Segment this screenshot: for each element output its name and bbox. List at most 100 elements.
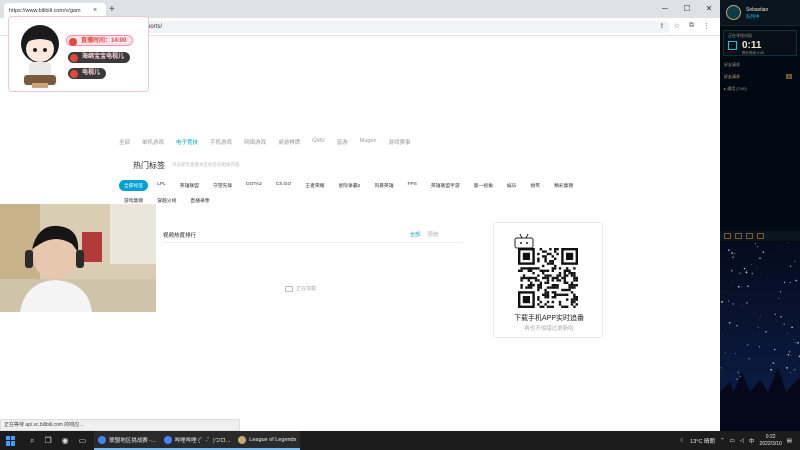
overlay-label-2-text: 电视儿 <box>82 70 101 76</box>
hot-tags-title: 热门标签 <box>133 161 165 170</box>
category-nav-item[interactable]: 音游 <box>337 138 348 146</box>
hot-tag[interactable]: 风暴英雄 <box>369 180 399 191</box>
extensions-icon[interactable]: ⧉ <box>689 22 694 30</box>
category-nav-item[interactable]: 电子竞技 <box>176 138 198 146</box>
hot-tag[interactable]: 星际争霸2 <box>333 180 366 191</box>
hot-tag[interactable]: 精彩集锦 <box>549 180 579 191</box>
profile-header[interactable]: Sebastian 队列中 <box>720 0 800 26</box>
ranking-tab[interactable]: 原创 <box>428 231 438 238</box>
hot-tag[interactable]: 英雄联盟手游 <box>425 180 465 191</box>
notifications-icon[interactable]: ▤ <box>787 438 792 444</box>
hot-tag[interactable]: 守望先锋 <box>207 180 238 191</box>
loading-indicator: 正在加载 <box>285 285 316 292</box>
ranking-header: 视频热度排行 全部 原创 <box>163 229 463 243</box>
overlay-label-1: 海绵宝宝电视儿 <box>68 52 131 63</box>
category-nav-item[interactable]: 全部 <box>119 138 130 146</box>
category-nav-item[interactable]: Mugen <box>360 138 377 146</box>
search-icon[interactable]: ⌕ <box>30 436 34 446</box>
category-nav-item[interactable]: 单机游戏 <box>142 138 164 146</box>
app-label: 联盟地区挑战赛 -... <box>109 437 156 444</box>
hot-tag[interactable]: 全部标签 <box>119 180 149 191</box>
hot-tag[interactable]: DOTA2 <box>241 180 267 191</box>
app-label: League of Legends <box>249 436 297 443</box>
chat-icon[interactable] <box>724 233 731 239</box>
status-bar-url: 正在等待 api.vc.bilibili.com 的响应... <box>0 419 240 431</box>
queue-label: 正在寻找对局 <box>728 33 752 38</box>
file-explorer-icon[interactable]: ▭ <box>79 436 87 445</box>
maximize-icon[interactable]: ☐ <box>676 0 698 16</box>
network-icon[interactable]: ▭ <box>730 438 735 444</box>
input-language[interactable]: 中 <box>749 437 755 445</box>
menu-dots-icon[interactable]: ⋮ <box>703 22 710 30</box>
queue-estimate: 预计时间 0:45 <box>742 51 764 55</box>
weibo-icon <box>70 53 78 62</box>
taskbar-app[interactable]: 哔哩哔哩 (゜-゜)つロ... <box>159 431 235 450</box>
hot-tag[interactable]: LPL <box>152 180 171 191</box>
webcam-image <box>0 204 156 312</box>
hot-tag[interactable]: FPS <box>402 180 422 191</box>
category-nav-item[interactable]: GMV <box>312 138 325 146</box>
steam-icon[interactable]: ◉ <box>62 436 69 445</box>
hot-tag[interactable]: CS:GO <box>270 180 297 191</box>
hot-tags-description: 点击即可查看本区标签的相关内容 <box>172 162 240 167</box>
taskbar-app[interactable]: League of Legends <box>234 431 301 450</box>
taskbar-app[interactable]: 联盟地区挑战赛 -... <box>94 431 160 450</box>
app-download-card[interactable]: 下载手机APP实时追番 再也不怕错过更新啦 <box>493 222 603 338</box>
category-nav-item[interactable]: 手机游戏 <box>210 138 232 146</box>
close-window-icon[interactable]: ✕ <box>698 0 720 16</box>
hot-tag[interactable]: 搞笑 <box>525 180 546 191</box>
settings-icon[interactable] <box>757 233 764 239</box>
hot-tag[interactable]: 娱乐 <box>501 180 522 191</box>
profile-avatar[interactable] <box>726 5 741 20</box>
tray-overflow-icon[interactable]: ⌃ <box>720 438 725 444</box>
taskbar-apps: 联盟地区挑战赛 -... 哔哩哔哩 (゜-゜)つロ... League of Leg… <box>94 431 301 450</box>
folder-icon[interactable] <box>735 233 742 239</box>
clock-icon <box>69 37 77 46</box>
category-nav-item[interactable]: 桌游棋牌 <box>278 138 300 146</box>
hot-tag[interactable]: 第一视角 <box>468 180 498 191</box>
tab-title: https://www.bilibili.com/v/gam <box>9 7 81 14</box>
weather-icon: ☾ <box>680 437 686 444</box>
friend-requests-badge: 0 <box>786 74 793 79</box>
loading-text: 正在加载 <box>296 286 317 292</box>
queue-icon <box>728 41 737 50</box>
minimize-icon[interactable]: ─ <box>654 0 676 16</box>
tv-mascot-icon <box>514 233 534 249</box>
bilibili-icon <box>70 69 78 78</box>
live-time-badge: 直播时间：14:00 <box>66 35 134 46</box>
friend-group[interactable]: ▸ 通用 (7/40) <box>724 86 747 92</box>
new-tab-icon[interactable]: + <box>109 4 115 15</box>
chibi-character-image <box>21 25 59 88</box>
ranking-tab[interactable]: 全部 <box>410 231 420 238</box>
category-nav-item[interactable]: 网络游戏 <box>244 138 266 146</box>
category-nav-item[interactable]: 游戏赛事 <box>388 138 410 146</box>
queue-timer-panel[interactable]: 正在寻找对局 0:11 预计时间 0:45 <box>723 30 797 56</box>
bookmark-star-icon[interactable]: ☆ <box>674 22 680 30</box>
hot-tag[interactable]: 英雄联盟 <box>174 180 204 191</box>
task-view-icon[interactable]: ❐ <box>44 436 51 445</box>
friends-section-label[interactable]: 好友请求 <box>724 62 740 68</box>
lol-client-sidebar: Sebastian 队列中 正在寻找对局 0:11 预计时间 0:45 好友请求… <box>720 0 800 431</box>
hot-tag[interactable]: 直播录像 <box>185 195 215 206</box>
category-nav: 全部 单机游戏 电子竞技 手机游戏 网络游戏 桌游棋牌 GMV 音游 Mugen 游戏赛事 <box>119 138 410 146</box>
windows-taskbar: ⌕ ❐ ◉ ▭ 联盟地区挑战赛 -... 哔哩哔哩 (゜-゜)つロ... Leagu… <box>0 431 800 450</box>
weather-text[interactable]: 13°C 晴朗 <box>690 437 715 445</box>
qr-card-title: 下载手机APP实时追番 <box>513 315 584 322</box>
hot-tag[interactable]: 穿越火线 <box>152 195 182 206</box>
starry-background-image <box>720 242 800 431</box>
system-tray: ☾ 13°C 晴朗 ⌃ ▭ ◁ 中 0:22 2022/3/10 ▤ <box>680 431 800 450</box>
tv-icon <box>285 285 293 292</box>
hot-tag[interactable]: 王者荣耀 <box>300 180 330 191</box>
taskbar-clock[interactable]: 0:22 2022/3/10 <box>760 434 782 447</box>
volume-icon[interactable]: ◁ <box>740 438 744 444</box>
friend-requests-label[interactable]: 好友请求 <box>724 74 740 80</box>
share-icon[interactable]: ⇪ <box>659 22 665 30</box>
overlay-label-2: 电视儿 <box>68 68 107 79</box>
app-label: 哔哩哔哩 (゜-゜)つロ... <box>174 437 231 444</box>
hot-tags-list: 全部标签 LPL 英雄联盟 守望先锋 DOTA2 CS:GO 王者荣耀 星际争霸2 风暴英雄 FP… <box>119 180 589 206</box>
start-button[interactable] <box>6 435 20 446</box>
add-friend-icon[interactable] <box>746 233 753 239</box>
address-bar[interactable]: bilibili.com/v/game/esports/ <box>70 21 670 33</box>
qr-card-subtitle: 再也不怕错过更新啦 <box>524 326 574 332</box>
close-icon[interactable]: × <box>93 7 97 14</box>
